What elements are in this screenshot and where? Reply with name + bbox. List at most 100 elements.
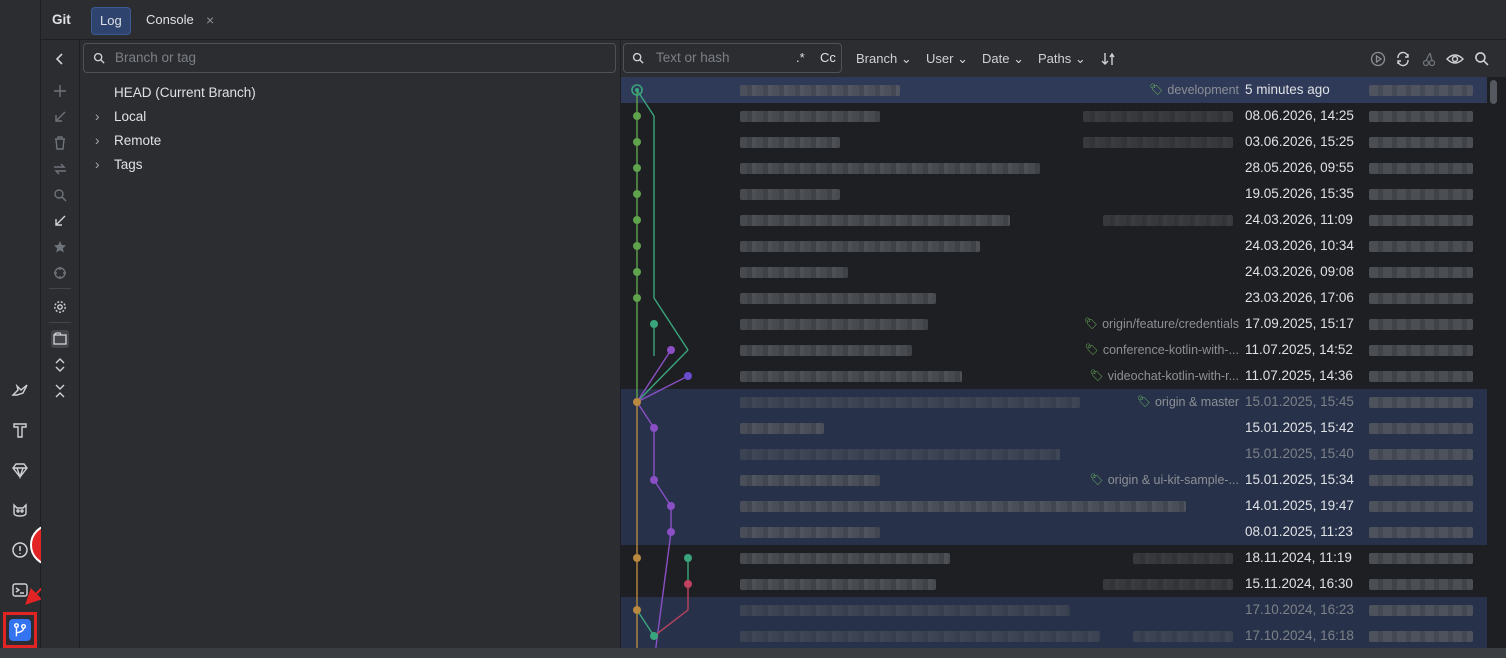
- commit-row[interactable]: 18.11.2024, 11:19: [621, 545, 1487, 571]
- commit-row[interactable]: 17.10.2024, 16:23: [621, 597, 1487, 623]
- log-search-input[interactable]: Text or hash .* Cc: [623, 43, 842, 73]
- commit-row[interactable]: 🏷 origin & ui-kit-sample-... 15.01.2025, 1…: [621, 467, 1487, 493]
- graph-node[interactable]: [633, 606, 641, 614]
- commit-row[interactable]: 🏷 origin/feature/credentials 17.09.2025, 1…: [621, 311, 1487, 337]
- graph-node[interactable]: [633, 398, 641, 406]
- commit-row[interactable]: 15.11.2024, 16:30: [621, 571, 1487, 597]
- graph-node[interactable]: [684, 554, 692, 562]
- sort-icon[interactable]: [1101, 51, 1117, 67]
- tab-console[interactable]: Console: [138, 7, 202, 33]
- search-icon[interactable]: [1474, 51, 1489, 66]
- group-by-directory-icon[interactable]: [51, 330, 69, 348]
- filter-branch[interactable]: Branch ⌄: [856, 50, 912, 68]
- cherry-pick-icon[interactable]: [1421, 51, 1437, 67]
- tag-icon: 🏷: [1136, 396, 1151, 408]
- crosshair-icon[interactable]: [51, 264, 69, 282]
- ref-name: videochat-kotlin-with-r...: [1107, 369, 1239, 383]
- graph-node[interactable]: [650, 476, 658, 484]
- commit-row[interactable]: 08.01.2025, 11:23: [621, 519, 1487, 545]
- commit-row[interactable]: 24.03.2026, 09:08: [621, 259, 1487, 285]
- filter-date[interactable]: Date ⌄: [982, 50, 1024, 68]
- commit-row[interactable]: 🏷 conference-kotlin-with-... 11.07.2025, 1…: [621, 337, 1487, 363]
- cat-icon[interactable]: [8, 498, 32, 522]
- log-toolbar: Text or hash .* Cc Branch ⌄ User ⌄ Date …: [621, 40, 1506, 77]
- delete-icon[interactable]: [51, 134, 69, 152]
- commit-row[interactable]: 24.03.2026, 10:34: [621, 233, 1487, 259]
- graph-node[interactable]: [633, 242, 641, 250]
- graph-node[interactable]: [633, 190, 641, 198]
- tab-log[interactable]: Log: [91, 7, 131, 35]
- commit-row[interactable]: 19.05.2026, 15:35: [621, 181, 1487, 207]
- commit-row[interactable]: 23.03.2026, 17:06: [621, 285, 1487, 311]
- graph-node[interactable]: [633, 268, 641, 276]
- expand-all-icon[interactable]: [51, 356, 69, 374]
- commit-date: 5 minutes ago: [1245, 82, 1330, 97]
- graph-node[interactable]: [667, 346, 675, 354]
- commit-date: 18.11.2024, 11:19: [1245, 550, 1352, 565]
- match-case-toggle[interactable]: Cc: [820, 50, 836, 65]
- new-branch-icon[interactable]: [51, 82, 69, 100]
- chevron-right-icon[interactable]: ›: [95, 106, 100, 128]
- graph-node[interactable]: [684, 580, 692, 588]
- commit-row[interactable]: 15.01.2025, 15:40: [621, 441, 1487, 467]
- graph-node[interactable]: [667, 502, 675, 510]
- commit-date: 17.09.2025, 15:17: [1245, 316, 1354, 331]
- branch-search-placeholder: Branch or tag: [115, 50, 197, 65]
- filter-paths[interactable]: Paths ⌄: [1038, 50, 1086, 68]
- commit-date: 24.03.2026, 09:08: [1245, 264, 1354, 279]
- commit-row[interactable]: 🏷 origin & master 15.01.2025, 15:45: [621, 389, 1487, 415]
- search-icon[interactable]: [51, 186, 69, 204]
- graph-node[interactable]: [633, 112, 641, 120]
- commit-row[interactable]: 28.05.2026, 09:55: [621, 155, 1487, 181]
- graph-node[interactable]: [650, 424, 658, 432]
- graph-node[interactable]: [633, 216, 641, 224]
- chevron-down-icon: ⌄: [1074, 51, 1086, 66]
- collapse-all-icon[interactable]: [51, 382, 69, 400]
- commit-message-redacted: [740, 163, 1040, 174]
- bird-icon[interactable]: [8, 378, 32, 402]
- branch-group-remote-label: Remote: [114, 133, 162, 148]
- eye-icon[interactable]: [1446, 51, 1464, 67]
- compare-icon[interactable]: [51, 160, 69, 178]
- chevron-right-icon[interactable]: ›: [95, 154, 100, 176]
- commit-row[interactable]: 24.03.2026, 11:09: [621, 207, 1487, 233]
- scrollbar-thumb[interactable]: [1490, 80, 1497, 104]
- run-icon[interactable]: [1370, 51, 1386, 67]
- graph-node[interactable]: [633, 164, 641, 172]
- commit-author-redacted: [1369, 215, 1473, 226]
- commit-row[interactable]: 14.01.2025, 19:47: [621, 493, 1487, 519]
- commit-author-redacted: [1369, 605, 1473, 616]
- collapse-panel-icon[interactable]: [51, 50, 69, 68]
- commit-ref-label: 🏷 origin & master: [1137, 389, 1239, 415]
- filter-user[interactable]: User ⌄: [926, 50, 968, 68]
- branch-search-input[interactable]: Branch or tag: [83, 43, 616, 73]
- graph-node[interactable]: [633, 294, 641, 302]
- ref-name: origin & ui-kit-sample-...: [1107, 473, 1239, 487]
- graph-node[interactable]: [650, 632, 658, 640]
- graph-node[interactable]: [633, 138, 641, 146]
- graph-node[interactable]: [684, 372, 692, 380]
- commit-row[interactable]: 17.10.2024, 16:18: [621, 623, 1487, 648]
- star-icon[interactable]: [51, 238, 69, 256]
- commit-row[interactable]: 🏷 development 5 minutes ago: [621, 77, 1487, 103]
- gem-icon[interactable]: [8, 458, 32, 482]
- commit-row[interactable]: 08.06.2026, 14:25: [621, 103, 1487, 129]
- fetch-icon[interactable]: [51, 212, 69, 230]
- close-icon[interactable]: ×: [206, 12, 214, 28]
- update-icon[interactable]: [51, 108, 69, 126]
- chevron-down-icon: ⌄: [900, 51, 912, 66]
- commit-row[interactable]: 03.06.2026, 15:25: [621, 129, 1487, 155]
- commit-row[interactable]: 🏷 videochat-kotlin-with-r... 11.07.2025, 1…: [621, 363, 1487, 389]
- refresh-icon[interactable]: [1395, 51, 1411, 67]
- graph-node[interactable]: [633, 554, 641, 562]
- commit-message-redacted: [740, 501, 1186, 512]
- commit-message-redacted: [740, 215, 1010, 226]
- commit-message-redacted: [740, 579, 936, 590]
- chevron-right-icon[interactable]: ›: [95, 130, 100, 152]
- graph-node[interactable]: [650, 320, 658, 328]
- regex-toggle[interactable]: .*: [796, 50, 805, 65]
- graph-node[interactable]: [667, 528, 675, 536]
- settings-icon[interactable]: [51, 298, 69, 316]
- commit-row[interactable]: 15.01.2025, 15:42: [621, 415, 1487, 441]
- hammer-icon[interactable]: [8, 418, 32, 442]
